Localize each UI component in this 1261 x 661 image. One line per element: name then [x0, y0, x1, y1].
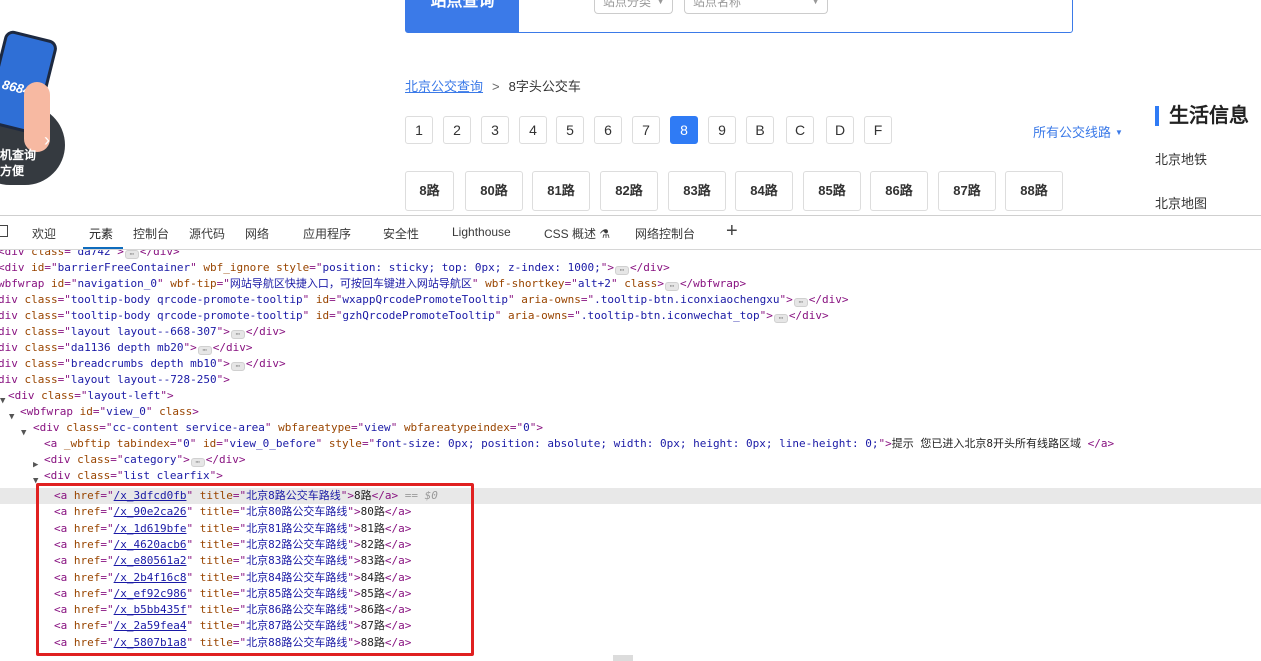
breadcrumb: 北京公交查询 >8字头公交车 — [405, 76, 581, 95]
dom-line[interactable]: <wbfwrap id="view_0" class> — [20, 404, 199, 420]
all-lines-label: 所有公交线路 — [1033, 125, 1112, 140]
dom-line[interactable]: <div id="barrierFreeContainer" wbf_ignor… — [0, 260, 670, 276]
station-category-label: 站点分类 — [603, 0, 652, 9]
letter-filter-7[interactable]: 7 — [632, 116, 660, 144]
letter-filter-c[interactable]: C — [786, 116, 814, 144]
collapse-triangle-icon[interactable]: ▼ — [9, 412, 14, 422]
life-info-title: 生活信息 — [1155, 106, 1249, 126]
chevron-down-icon: ▼ — [811, 0, 820, 6]
letter-filter-d[interactable]: D — [826, 116, 854, 144]
letter-filter-b[interactable]: B — [746, 116, 774, 144]
life-link-subway[interactable]: 北京地铁 — [1155, 149, 1207, 168]
route-button[interactable]: 86路 — [870, 171, 928, 211]
route-button[interactable]: 82路 — [600, 171, 658, 211]
station-name-select[interactable]: 站点名称 ▼ — [684, 0, 828, 14]
tab-welcome[interactable]: 欢迎 — [32, 225, 56, 242]
tab-lighthouse[interactable]: Lighthouse — [452, 225, 511, 239]
dom-line[interactable]: div class="tooltip-body qrcode-promote-t… — [0, 292, 849, 308]
dom-line[interactable]: <a _wbftip tabindex="0" id="view_0_befor… — [44, 436, 1114, 452]
dom-line[interactable]: <div class="layout-left"> — [8, 388, 174, 404]
inspect-device-icon[interactable] — [0, 225, 8, 237]
tab-sources[interactable]: 源代码 — [189, 225, 225, 242]
collapse-triangle-icon[interactable]: ▼ — [0, 396, 5, 406]
annotation-highlight-box — [36, 483, 474, 656]
dom-line[interactable]: <div class="category"> ⋯ </div> — [44, 452, 245, 468]
promo-line-2: 方便 — [0, 164, 25, 178]
dom-line[interactable]: <div class="cc-content service-area" wbf… — [33, 420, 543, 436]
station-search-box: 站点查询 站点分类 ▼ 站点名称 ▼ — [405, 0, 1073, 33]
dom-line[interactable]: div class="layout layout--728-250"> — [0, 372, 230, 388]
tab-network[interactable]: 网络 — [245, 225, 269, 242]
tab-console[interactable]: 控制台 — [133, 225, 169, 242]
route-button[interactable]: 81路 — [532, 171, 590, 211]
route-button[interactable]: 85路 — [803, 171, 861, 211]
dom-line[interactable]: wbfwrap id="navigation_0" wbf-tip="网站导航区… — [0, 276, 746, 292]
breadcrumb-link-bus-query[interactable]: 北京公交查询 — [405, 79, 483, 94]
dom-line[interactable]: div class="breadcrumbs depth mb10"> ⋯ </di… — [0, 356, 286, 372]
letter-filter-9[interactable]: 9 — [708, 116, 736, 144]
chevron-down-icon: ▼ — [656, 0, 665, 6]
chevron-right-icon: › — [44, 130, 50, 150]
route-button[interactable]: 84路 — [735, 171, 793, 211]
tab-elements[interactable]: 元素 — [89, 225, 113, 242]
letter-filter-6[interactable]: 6 — [594, 116, 622, 144]
station-category-select[interactable]: 站点分类 ▼ — [594, 0, 673, 14]
collapse-triangle-icon[interactable]: ▼ — [21, 428, 26, 438]
dom-line[interactable]: div class="da1136 depth mb20"> ⋯ </div> — [0, 340, 252, 356]
route-button[interactable]: 87路 — [938, 171, 996, 211]
breadcrumb-current: 8字头公交车 — [508, 79, 581, 94]
tab-application[interactable]: 应用程序 — [303, 225, 351, 242]
caret-down-icon: ▼ — [1115, 128, 1123, 137]
add-tab-button[interactable]: + — [726, 220, 738, 243]
tab-security[interactable]: 安全性 — [383, 225, 419, 242]
letter-filter-5[interactable]: 5 — [556, 116, 584, 144]
letter-filter-2[interactable]: 2 — [443, 116, 471, 144]
dom-line[interactable]: div class="tooltip-body qrcode-promote-t… — [0, 308, 829, 324]
station-name-label: 站点名称 — [693, 0, 742, 9]
letter-filter-3[interactable]: 3 — [481, 116, 509, 144]
letter-filter-4[interactable]: 4 — [519, 116, 547, 144]
mobile-app-promo[interactable]: 8684 机查询 方便 › — [0, 28, 70, 185]
tab-css-overview[interactable]: CSS 概述 ⚗ — [544, 225, 610, 242]
expand-triangle-icon[interactable]: ▶ — [33, 460, 38, 470]
dom-line[interactable]: <div class="list clearfix"> — [44, 468, 223, 484]
letter-filter-8[interactable]: 8 — [670, 116, 698, 144]
breadcrumb-separator: > — [492, 79, 500, 94]
station-search-button[interactable]: 站点查询 — [406, 0, 519, 32]
tab-network-console[interactable]: 网络控制台 — [635, 225, 695, 242]
letter-filter-f[interactable]: F — [864, 116, 892, 144]
active-tab-indicator — [83, 247, 123, 249]
life-link-map[interactable]: 北京地图 — [1155, 193, 1207, 212]
devtools-tabbar: 欢迎 元素 控制台 源代码 网络 应用程序 安全性 Lighthouse CSS… — [0, 216, 1261, 250]
webpage-viewport: 站点查询 站点分类 ▼ 站点名称 ▼ 8684 机查询 方便 › 北京公交查询 >… — [0, 0, 1261, 215]
dom-line[interactable]: <div class="da742"> ⋯ </div> — [0, 250, 180, 260]
route-button[interactable]: 8路 — [405, 171, 454, 211]
letter-filter-1[interactable]: 1 — [405, 116, 433, 144]
route-button[interactable]: 80路 — [465, 171, 523, 211]
scrollbar-thumb[interactable] — [613, 655, 633, 661]
dom-line[interactable]: div class="layout layout--668-307"> ⋯ </di… — [0, 324, 286, 340]
route-button[interactable]: 88路 — [1005, 171, 1063, 211]
promo-line-1: 机查询 — [0, 148, 37, 162]
route-button[interactable]: 83路 — [668, 171, 726, 211]
all-lines-dropdown[interactable]: 所有公交线路 ▼ — [1033, 122, 1123, 141]
